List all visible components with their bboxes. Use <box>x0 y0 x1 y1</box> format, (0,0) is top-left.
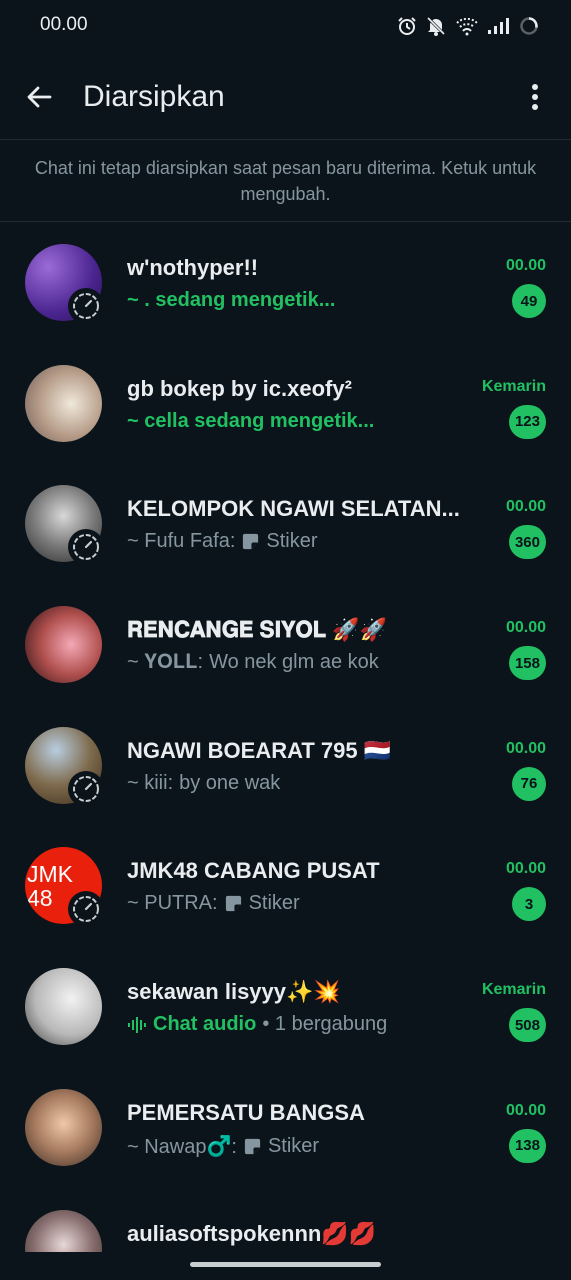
more-options-button[interactable] <box>517 76 553 118</box>
avatar-logo-text: JMK 48 <box>27 860 73 911</box>
unread-count-badge: 49 <box>512 284 546 318</box>
chat-name: NGAWI BOEARAT 795 🇳🇱 <box>127 737 392 763</box>
chat-name: w'nothyper!! <box>127 255 259 280</box>
timer-icon <box>73 896 99 923</box>
wifi-icon <box>455 16 479 36</box>
unread-count-badge: 138 <box>508 1128 546 1163</box>
chat-preview: ~ 𝐘𝐎𝐋𝐋: Wo nek glm ae kok <box>127 651 487 674</box>
chat-row[interactable]: 𝐑𝐄𝐍𝐂𝐀𝐍𝐆𝐄 𝐒𝐈𝐘𝐎𝐋 🚀🚀 ~ 𝐘𝐎𝐋𝐋: Wo nek glm ae … <box>0 584 571 705</box>
chat-preview: ~ kiii: by one wak <box>127 772 487 795</box>
chat-time: 00.00 <box>505 739 546 757</box>
chat-name: JMK48 CABANG PUSAT <box>127 858 380 884</box>
chat-row[interactable]: JMK 48 JMK48 CABANG PUSAT ~ PUTRA: Stike… <box>0 825 571 946</box>
status-badge <box>68 770 104 807</box>
unread-count-badge: 508 <box>508 1008 546 1043</box>
page-title: Diarsipkan <box>83 80 225 113</box>
chat-row[interactable]: gb bokep by ic.xeofy² ~ cella sedang men… <box>0 343 571 464</box>
unread-count-badge: 3 <box>512 887 546 922</box>
avatar <box>25 606 102 684</box>
timer-icon <box>73 534 99 561</box>
message-text: • 1 bergabung <box>262 1013 388 1036</box>
status-badge <box>68 288 104 324</box>
chat-preview: ~ cella sedang mengetik... <box>127 409 375 432</box>
sticker-icon <box>225 896 241 912</box>
app-bar: Diarsipkan <box>0 58 571 138</box>
unread-count-badge: 158 <box>508 646 546 681</box>
chat-row[interactable]: PEMERSATU BANGSA ~ Nawap♂️: Stiker 00.00… <box>0 1067 571 1188</box>
message-text: by one wak <box>179 771 281 794</box>
alarm-icon <box>397 16 417 36</box>
chat-name: PEMERSATU BANGSA <box>127 1099 365 1125</box>
chat-time: Kemarin <box>481 981 546 999</box>
chat-name: 𝐑𝐄𝐍𝐂𝐀𝐍𝐆𝐄 𝐒𝐈𝐘𝐎𝐋 🚀🚀 <box>127 617 388 643</box>
chat-name: auliasoftspokennn💋💋 <box>127 1220 377 1246</box>
avatar <box>25 364 102 442</box>
arrow-left-icon <box>27 86 52 108</box>
chat-time: 00.00 <box>505 619 546 637</box>
message-text: Stiker <box>267 1134 320 1157</box>
message-sender: ~ PUTRA: <box>127 892 218 915</box>
chat-time: 00.00 <box>505 1101 546 1119</box>
message-text: Stiker <box>266 530 318 553</box>
chat-name: sekawan lisyyy✨💥 <box>127 979 341 1005</box>
timer-icon <box>73 293 99 319</box>
chat-preview: ~ Nawap♂️: Stiker <box>127 1134 487 1159</box>
message-sender: ~ kiii: <box>127 771 174 794</box>
message-sender: ~ 𝐘𝐎𝐋𝐋: <box>127 651 204 674</box>
chat-name: gb bokep by ic.xeofy² <box>127 375 352 401</box>
home-gesture-handle[interactable] <box>190 1262 381 1267</box>
chat-preview: ~ PUTRA: Stiker <box>127 892 487 915</box>
status-icons <box>397 14 539 38</box>
status-badge <box>68 891 104 928</box>
chat-time: 00.00 <box>505 498 546 516</box>
signal-icon <box>487 17 511 35</box>
battery-icon <box>519 16 539 36</box>
chat-name: KELOMPOK NGAWI SELATAN... <box>127 496 460 522</box>
chat-time: 00.00 <box>505 860 546 878</box>
status-badge <box>68 529 104 566</box>
message-sender: ~ Fufu Fafa: <box>127 530 236 553</box>
chat-preview: ~ . sedang mengetik... <box>127 289 336 311</box>
message-text: Wo nek glm ae kok <box>209 651 379 674</box>
mute-icon <box>425 15 447 37</box>
chat-preview: Chat audio • 1 bergabung <box>127 1013 487 1036</box>
archive-info-text: Chat ini tetap diarsipkan saat pesan bar… <box>34 158 537 204</box>
chat-list: w'nothyper!! ~ . sedang mengetik... 00.0… <box>0 222 571 1280</box>
avatar <box>25 968 102 1046</box>
chat-time: Kemarin <box>481 377 546 395</box>
chat-row[interactable]: w'nothyper!! ~ . sedang mengetik... 00.0… <box>0 222 571 343</box>
avatar <box>25 1088 102 1166</box>
chat-row[interactable]: sekawan lisyyy✨💥 Chat audio • 1 bergabun… <box>0 946 571 1067</box>
chat-row[interactable]: KELOMPOK NGAWI SELATAN... ~ Fufu Fafa: S… <box>0 463 571 584</box>
audio-chat-label: Chat audio <box>153 1013 257 1036</box>
chat-time: 00.00 <box>505 257 546 274</box>
status-bar: 00.00 <box>0 0 571 52</box>
sticker-icon <box>243 534 259 550</box>
unread-count-badge: 360 <box>508 525 546 560</box>
more-vertical-icon <box>532 84 538 110</box>
message-sender: ~ Nawap♂️: <box>127 1135 237 1158</box>
back-button[interactable] <box>18 76 60 118</box>
timer-icon <box>73 775 99 802</box>
archive-settings-banner[interactable]: Chat ini tetap diarsipkan saat pesan bar… <box>0 140 571 222</box>
message-text: Stiker <box>248 892 300 915</box>
chat-preview: ~ Fufu Fafa: Stiker <box>127 530 487 553</box>
sticker-icon <box>244 1138 261 1154</box>
audio-wave-icon <box>128 1016 146 1033</box>
unread-count-badge: 123 <box>508 404 546 439</box>
chat-row[interactable]: NGAWI BOEARAT 795 🇳🇱 ~ kiii: by one wak … <box>0 705 571 826</box>
unread-count-badge: 76 <box>512 766 546 801</box>
status-time: 00.00 <box>40 14 88 35</box>
